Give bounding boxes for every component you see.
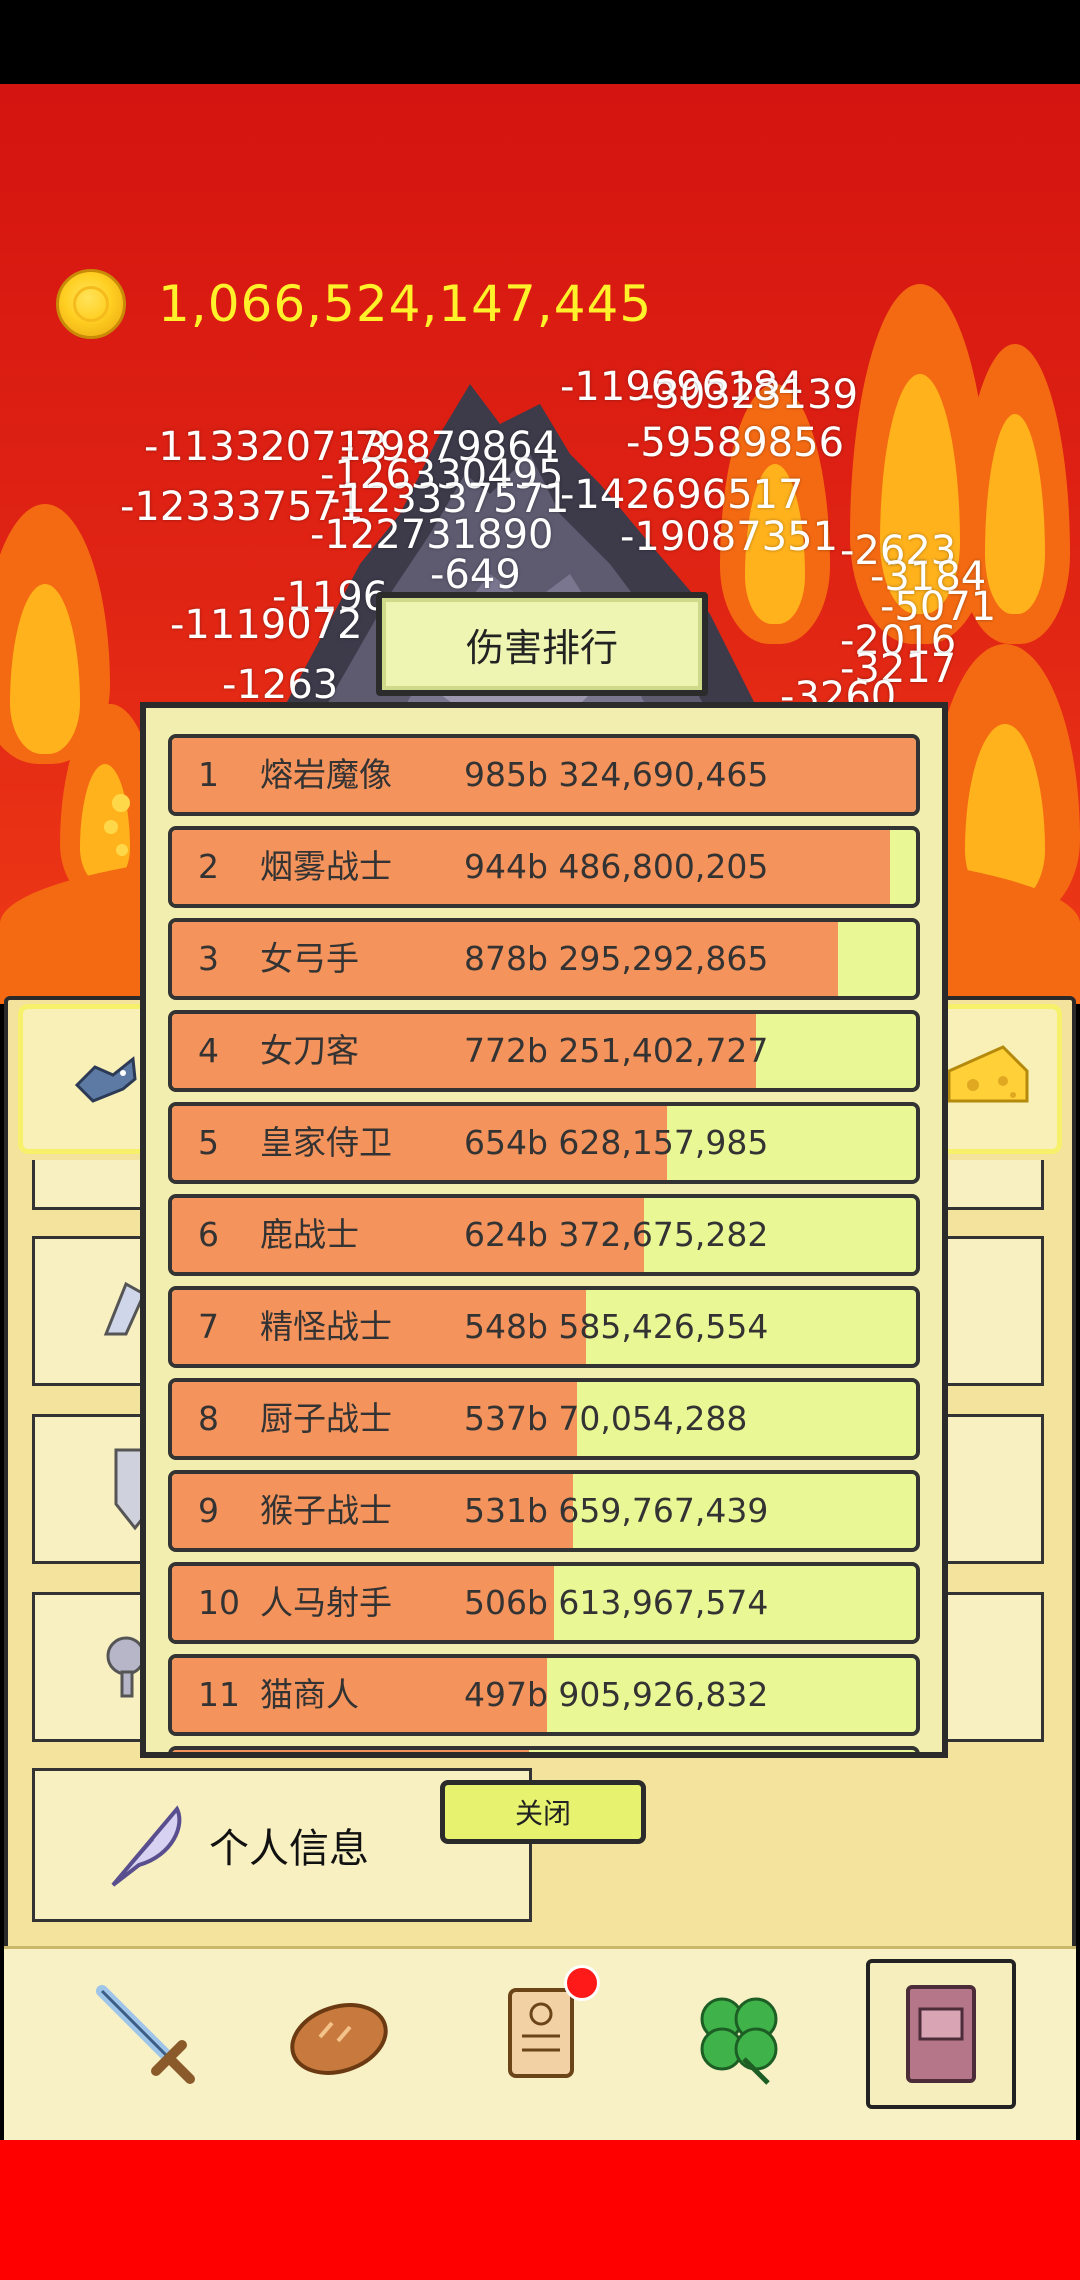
- damage-bar-fill: [172, 1750, 530, 1752]
- rank-number: 3: [198, 939, 219, 978]
- feather-icon-partial: [103, 1281, 146, 1336]
- leaderboard-row[interactable]: 11 猫商人 497b 905,926,832: [168, 1654, 920, 1736]
- gold-coin-icon: [56, 269, 126, 339]
- damage-total: 985b 324,690,465: [464, 755, 769, 794]
- rank-number: 11: [198, 1675, 240, 1714]
- damage-total: 944b 486,800,205: [464, 847, 769, 886]
- status-bar: [0, 0, 1080, 84]
- leaderboard-row[interactable]: 2 烟雾战士 944b 486,800,205: [168, 826, 920, 908]
- damage-total: 497b 905,926,832: [464, 1675, 769, 1714]
- damage-total: 624b 372,675,282: [464, 1215, 769, 1254]
- leaderboard-row[interactable]: 4 女刀客 772b 251,402,727: [168, 1010, 920, 1092]
- cheese-icon[interactable]: [943, 1041, 1033, 1111]
- rank-number: 1: [198, 755, 219, 794]
- damage-number: -19087351: [620, 514, 839, 560]
- damage-number: -142696517: [560, 472, 804, 518]
- hero-name: 熔岩魔像: [260, 755, 392, 794]
- hero-name: 女弓手: [260, 939, 359, 978]
- rank-number: 6: [198, 1215, 219, 1254]
- hero-name: 皇家侍卫: [260, 1123, 392, 1162]
- close-button[interactable]: 关闭: [440, 1780, 646, 1844]
- damage-total: 548b 585,426,554: [464, 1307, 769, 1346]
- leaderboard-row[interactable]: 6 鹿战士 624b 372,675,282: [168, 1194, 920, 1276]
- hero-name: 烟雾战士: [260, 847, 392, 886]
- bottom-bar: [0, 2140, 1080, 2280]
- hero-name: 猴子战士: [260, 1491, 392, 1530]
- nav-bread[interactable]: [264, 1959, 414, 2109]
- hero-name: 精怪战士: [260, 1307, 392, 1346]
- bread-icon: [290, 2003, 388, 2075]
- gold-counter: 1,066,524,147,445: [56, 264, 652, 344]
- nav-sword[interactable]: [70, 1959, 220, 2109]
- damage-total: 537b 70,054,288: [464, 1399, 748, 1438]
- spark-decoration: [112, 794, 130, 812]
- rank-number: 5: [198, 1123, 219, 1162]
- rank-number: 4: [198, 1031, 219, 1070]
- damage-number: -1119072: [170, 602, 363, 648]
- spark-decoration: [104, 820, 118, 834]
- nav-book[interactable]: [866, 1959, 1016, 2109]
- hero-name: 猫商人: [260, 1675, 359, 1714]
- rank-number: 2: [198, 847, 219, 886]
- quill-icon: [111, 1805, 182, 1887]
- rank-number: 10: [198, 1583, 240, 1622]
- notification-badge: [564, 1965, 600, 2001]
- leaderboard-row[interactable]: 1 熔岩魔像 985b 324,690,465: [168, 734, 920, 816]
- leaderboard-list[interactable]: 1 熔岩魔像 985b 324,690,465 2 烟雾战士 944b 486,800,2…: [146, 708, 942, 1752]
- damage-total: 506b 613,967,574: [464, 1583, 769, 1622]
- book-icon: [906, 1985, 976, 2083]
- damage-number: -59589856: [626, 420, 845, 466]
- hero-name: 人马射手: [260, 1583, 392, 1622]
- damage-number: -30323139: [640, 372, 859, 418]
- nav-scroll[interactable]: [466, 1959, 616, 2109]
- spark-decoration: [116, 844, 128, 856]
- damage-total: 531b 659,767,439: [464, 1491, 769, 1530]
- clover-icon: [700, 1997, 778, 2085]
- rank-number: 8: [198, 1399, 219, 1438]
- sword-icon: [96, 1985, 195, 2084]
- leaderboard-row[interactable]: 8 厨子战士 537b 70,054,288: [168, 1378, 920, 1460]
- leaderboard-row[interactable]: 3 女弓手 878b 295,292,865: [168, 918, 920, 1000]
- leaderboard-title-box: 伤害排行: [376, 592, 708, 696]
- hero-name: 鹿战士: [260, 1215, 359, 1254]
- hero-name: 厨子战士: [260, 1399, 392, 1438]
- gold-amount: 1,066,524,147,445: [158, 275, 653, 333]
- leaderboard-row[interactable]: 10 人马射手 506b 613,967,574: [168, 1562, 920, 1644]
- profile-label: 个人信息: [209, 1826, 369, 1872]
- leaderboard-row[interactable]: 9 猴子战士 531b 659,767,439: [168, 1470, 920, 1552]
- damage-total: 654b 628,157,985: [464, 1123, 769, 1162]
- damage-total: 878b 295,292,865: [464, 939, 769, 978]
- close-button-label: 关闭: [514, 1797, 571, 1830]
- rank-number: 9: [198, 1491, 219, 1530]
- leaderboard-row[interactable]: 7 精怪战士 548b 585,426,554: [168, 1286, 920, 1368]
- leaderboard-row[interactable]: 5 皇家侍卫 654b 628,157,985: [168, 1102, 920, 1184]
- bottom-nav: [4, 1946, 1076, 2141]
- nav-clover[interactable]: [664, 1959, 814, 2109]
- damage-total: 772b 251,402,727: [464, 1031, 769, 1070]
- leaderboard-dialog: 1 熔岩魔像 985b 324,690,465 2 烟雾战士 944b 486,800,2…: [140, 702, 948, 1758]
- hero-name: 女刀客: [260, 1031, 359, 1070]
- leaderboard-title: 伤害排行: [465, 625, 618, 670]
- rank-number: 7: [198, 1307, 219, 1346]
- leaderboard-row[interactable]: [168, 1746, 920, 1752]
